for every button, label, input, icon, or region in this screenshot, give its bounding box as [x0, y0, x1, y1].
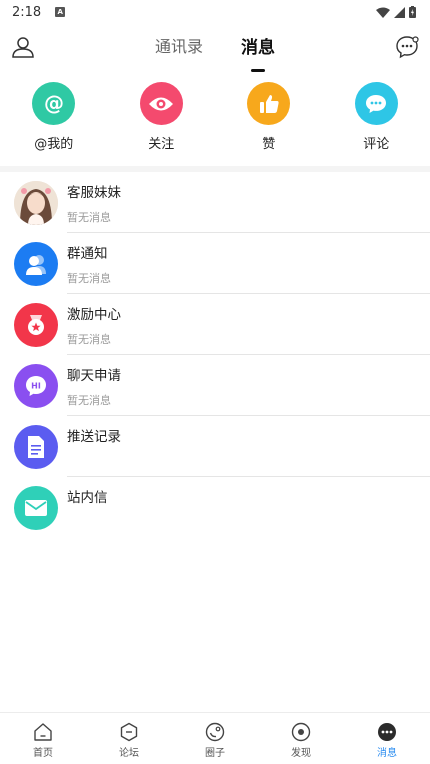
list-item-title: 客服妹妹 [67, 185, 121, 201]
list-item-chat-request[interactable]: HI 聊天申请 暂无消息 [0, 355, 430, 416]
chat-bubble-icon [396, 36, 419, 59]
list-item-push-records[interactable]: 推送记录 [0, 416, 430, 477]
quick-at-me[interactable]: @ @我的 [14, 82, 94, 152]
list-item-title: 群通知 [67, 246, 108, 262]
nav-label-circle: 圈子 [205, 748, 225, 759]
home-icon [34, 723, 52, 741]
tab-contacts[interactable]: 通讯录 [155, 33, 203, 61]
nav-label-messages: 消息 [377, 748, 397, 759]
wifi-icon [376, 7, 390, 18]
nav-circle[interactable]: 圈子 [172, 713, 258, 764]
list-item-reward-center[interactable]: 激励中心 暂无消息 [0, 294, 430, 355]
quick-label-like: 赞 [262, 137, 276, 152]
nav-label-discover: 发现 [291, 748, 311, 759]
forum-icon [120, 722, 138, 742]
quick-label-comment: 评论 [363, 137, 390, 152]
list-item-subtitle: 暂无消息 [67, 211, 111, 224]
nav-messages[interactable]: 消息 [344, 713, 430, 764]
reward-icon [14, 303, 58, 347]
document-icon [14, 425, 58, 469]
list-item-title: 站内信 [67, 490, 108, 506]
message-icon [378, 723, 396, 741]
list-item-title: 推送记录 [67, 429, 121, 445]
list-item-subtitle: 暂无消息 [67, 272, 111, 285]
quick-actions: @ @我的 关注 赞 评论 [0, 70, 430, 166]
tab-messages[interactable]: 消息 [241, 33, 275, 72]
mail-icon [14, 486, 58, 530]
svg-text:@: @ [44, 92, 64, 115]
signal-icon [394, 6, 405, 18]
list-item-body: 推送记录 [67, 416, 430, 477]
top-bar: 通讯录 消息 [0, 24, 430, 72]
profile-button[interactable] [10, 34, 36, 60]
customer-service-avatar [14, 181, 58, 225]
nav-label-home: 首页 [33, 748, 53, 759]
circle-icon [205, 722, 225, 742]
at-icon: @ [32, 82, 76, 125]
list-item-title: 聊天申请 [67, 368, 121, 384]
chat-button[interactable] [394, 34, 420, 60]
quick-like[interactable]: 赞 [229, 82, 309, 152]
discover-icon [291, 722, 311, 742]
list-item-body: 聊天申请 暂无消息 [67, 355, 430, 416]
list-item-inbox[interactable]: 站内信 [0, 477, 430, 538]
list-item-title: 激励中心 [67, 307, 121, 323]
thumbs-up-icon [247, 82, 291, 125]
user-icon [12, 37, 34, 58]
list-item-body: 激励中心 暂无消息 [67, 294, 430, 355]
list-item-group-notice[interactable]: 群通知 暂无消息 [0, 233, 430, 294]
message-list: 客服妹妹 暂无消息 群通知 暂无消息 激励中心 暂无消息 HI 聊天申请 暂无消… [0, 172, 430, 538]
header-tabs: 通讯录 消息 [155, 33, 275, 72]
nav-discover[interactable]: 发现 [258, 713, 344, 764]
quick-comment[interactable]: 评论 [336, 82, 416, 152]
bottom-nav: 首页 论坛 圈子 发现 消息 [0, 712, 430, 764]
status-time: 2:18 [12, 4, 42, 20]
quick-follow[interactable]: 关注 [121, 82, 201, 152]
list-item-body: 站内信 [67, 477, 430, 538]
list-item-subtitle: 暂无消息 [67, 394, 111, 407]
notification-a-icon: A [55, 7, 66, 17]
list-item-body: 群通知 暂无消息 [67, 233, 430, 294]
eye-icon [139, 82, 183, 125]
nav-label-forum: 论坛 [119, 748, 139, 759]
svg-text:HI: HI [31, 382, 41, 391]
comment-icon [354, 82, 398, 125]
status-bar: 2:18 A [0, 0, 430, 24]
list-item-body: 客服妹妹 暂无消息 [67, 172, 430, 233]
list-item-customer-service[interactable]: 客服妹妹 暂无消息 [0, 172, 430, 233]
hi-chat-icon: HI [14, 364, 58, 408]
group-icon [14, 242, 58, 286]
quick-label-at-me: @我的 [34, 137, 74, 152]
battery-icon [409, 6, 416, 18]
nav-home[interactable]: 首页 [0, 713, 86, 764]
list-item-subtitle: 暂无消息 [67, 333, 111, 346]
nav-forum[interactable]: 论坛 [86, 713, 172, 764]
quick-label-follow: 关注 [148, 137, 175, 152]
